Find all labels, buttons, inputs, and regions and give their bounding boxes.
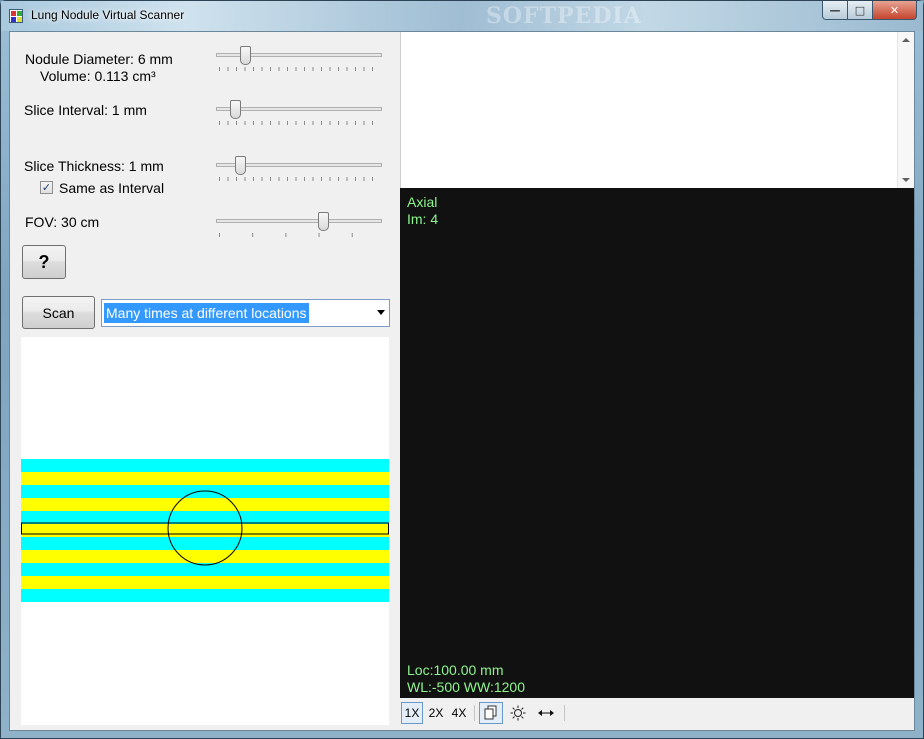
slice-thickness-slider[interactable] [214,152,384,188]
maximize-button[interactable]: □ [848,1,873,20]
slice-interval-label: Slice Interval: 1 mm [24,102,147,118]
slider-ticks [219,177,379,181]
slice-thickness-label: Slice Thickness: 1 mm [24,158,164,174]
slice-band [21,537,389,550]
slider-thumb[interactable] [234,156,246,175]
fov-slider[interactable] [214,208,384,244]
location-label: Loc:100.00 mm [407,662,504,678]
slice-diagram-canvas [21,459,389,602]
nodule-diameter-label: Nodule Diameter: 6 mm [25,51,173,67]
slice-interval-slider[interactable] [214,96,384,132]
window-controls: — □ ✕ [822,1,917,21]
toolbar-separator [564,705,565,721]
same-as-interval-label[interactable]: Same as Interval [59,180,164,196]
slider-ticks [219,67,379,71]
slider-thumb[interactable] [239,46,251,65]
help-button[interactable]: ? [22,245,66,279]
nodule-diameter-slider[interactable] [214,42,384,78]
client-area: Nodule Diameter: 6 mm Volume: 0.113 cm³ … [9,31,915,731]
close-button[interactable]: ✕ [873,1,917,20]
app-icon[interactable] [9,9,23,23]
scan-mode-dropdown[interactable]: Many times at different locations [101,299,390,327]
viewer-toolbar: 1X 2X 4X [400,698,914,730]
info-panel [400,32,914,188]
slider-track [216,219,382,223]
slider-ticks [219,233,379,237]
slice-band [21,524,389,537]
slice-band [21,576,389,589]
slice-band [21,498,389,511]
slice-band [21,459,389,472]
slice-band [21,550,389,563]
image-viewer[interactable]: Axial Im: 4 Loc:100.00 mm WL:-500 WW:120… [400,188,914,698]
zoom-2x-button[interactable]: 2X [425,702,447,724]
scroll-down-icon[interactable] [902,178,910,182]
slider-thumb[interactable] [318,212,329,231]
application-window: Lung Nodule Virtual Scanner SOFTPEDIA — … [0,0,924,739]
title-bar[interactable]: Lung Nodule Virtual Scanner SOFTPEDIA — … [1,1,923,31]
window-title: Lung Nodule Virtual Scanner [31,8,185,22]
dropdown-arrow-icon[interactable] [377,310,385,315]
slice-diagram [21,337,389,725]
minimize-button[interactable]: — [822,1,848,20]
slider-thumb[interactable] [230,100,241,119]
scan-mode-selected-value: Many times at different locations [104,303,309,323]
slice-band [21,589,389,602]
fov-label: FOV: 30 cm [25,214,100,230]
slice-band [21,511,389,524]
same-as-interval-checkbox[interactable]: ✓ [40,181,53,194]
vertical-scrollbar[interactable] [897,32,914,188]
horizontal-arrows-icon[interactable] [534,702,558,724]
zoom-1x-button[interactable]: 1X [401,702,423,724]
slider-ticks [219,121,379,125]
orientation-label: Axial [407,194,438,210]
image-number-label: Im: 4 [407,211,439,227]
brightness-icon[interactable] [506,702,530,724]
toolbar-separator [474,705,475,721]
window-level-label: WL:-500 WW:1200 [407,679,526,695]
watermark-text: SOFTPEDIA [486,3,642,29]
copy-icon[interactable] [479,702,503,724]
zoom-4x-button[interactable]: 4X [448,702,470,724]
scroll-up-icon[interactable] [902,38,910,42]
volume-label: Volume: 0.113 cm³ [40,68,156,84]
scan-button[interactable]: Scan [22,296,95,329]
slice-band [21,472,389,485]
